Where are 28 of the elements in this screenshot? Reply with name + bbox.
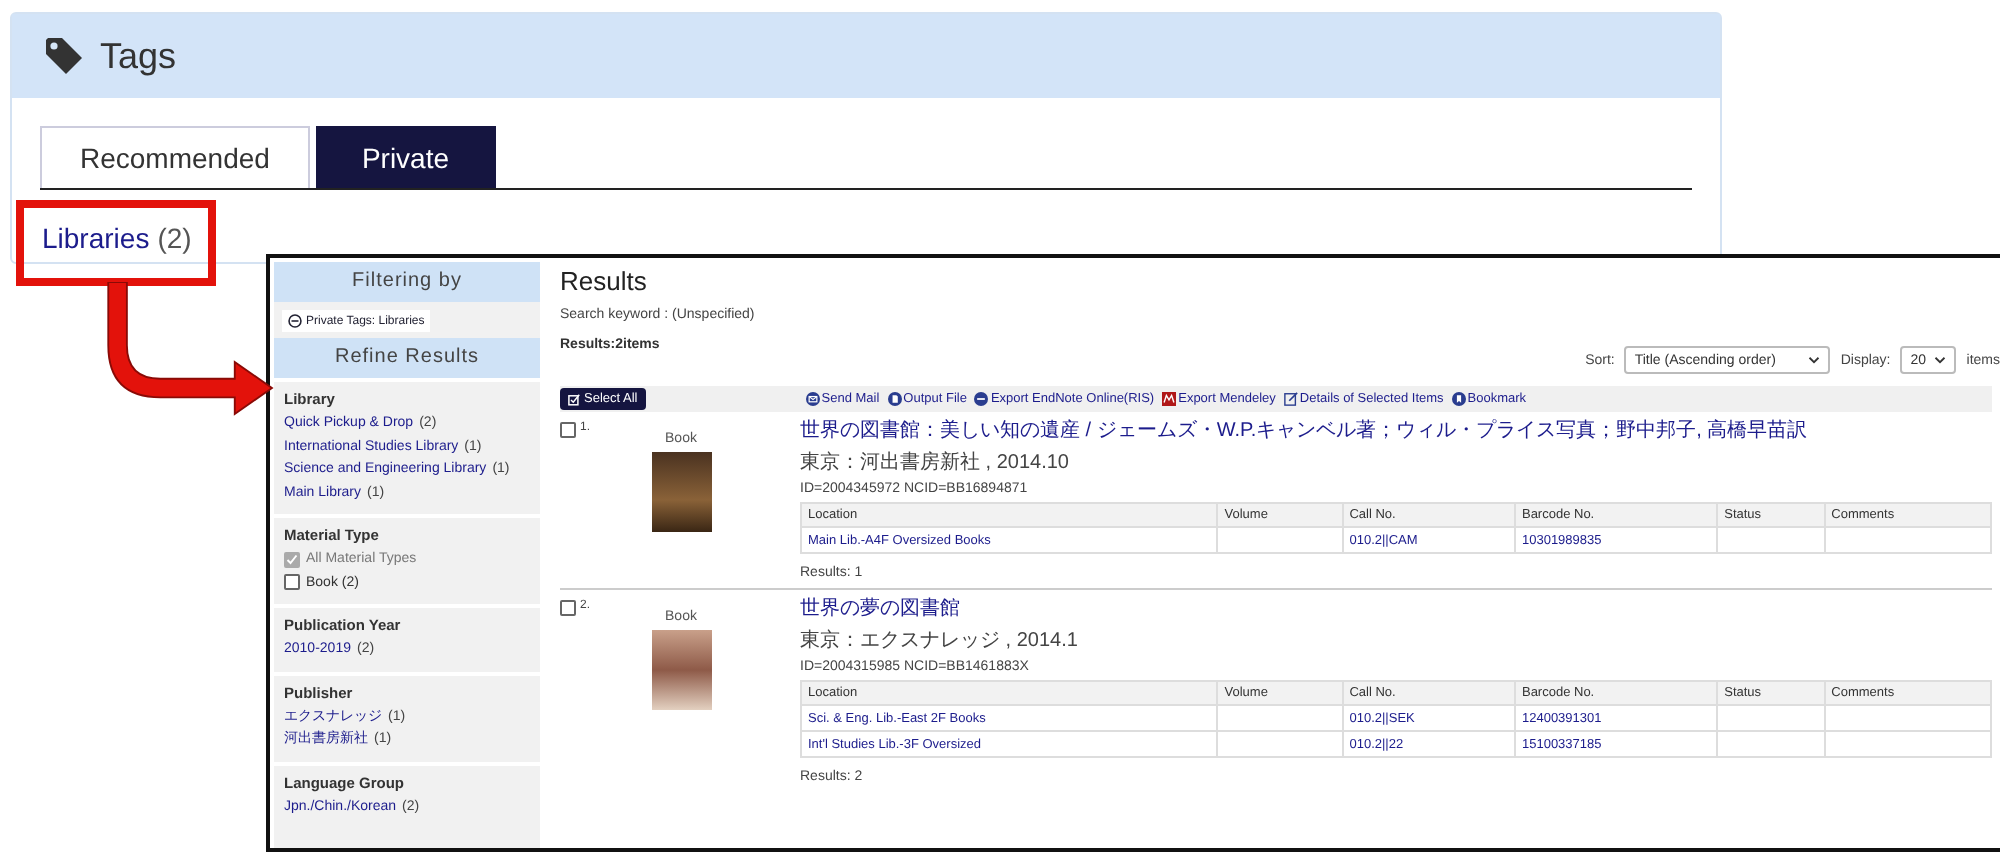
checkbox[interactable]: [560, 600, 576, 616]
sidebar-header: Filtering by: [274, 262, 540, 302]
photo-placeholder: [651, 452, 711, 532]
photo-placeholder: [651, 630, 711, 710]
chevron-icon: [1934, 356, 1947, 364]
remove-icon: [288, 314, 302, 328]
sidebar-header: Refine Results: [274, 338, 540, 378]
tag-count: (2): [157, 222, 192, 254]
checkbox[interactable]: [560, 422, 576, 438]
envelope-icon: [805, 392, 820, 406]
export-icon: [974, 392, 989, 406]
results-title: Results: [560, 266, 649, 296]
bookmark-icon: [1451, 392, 1466, 406]
record-title-link[interactable]: 世界の図書館：美しい知の遺産 / ジェームズ・W.P.キャンベル著；ウィル・プライス写真；野中邦子, 高橋早苗訳: [800, 418, 1992, 446]
logo-icon: [1162, 392, 1177, 406]
publisher-info: 東京：エクスナレッジ , 2014.1: [800, 628, 1080, 654]
checkbox[interactable]: [284, 574, 300, 591]
file-icon: [887, 392, 902, 406]
panel-title: Tags: [100, 35, 177, 77]
chevron-icon: [1808, 356, 1821, 364]
tag-link[interactable]: Libraries: [42, 222, 150, 254]
tab[interactable]: Recommended: [40, 126, 310, 188]
record-title-link[interactable]: 世界の夢の図書館: [800, 596, 1992, 624]
tag-icon: [44, 36, 84, 76]
edit-icon: [1283, 392, 1298, 406]
publisher-info: 東京：河出書房新社 , 2014.10: [800, 450, 1071, 476]
checkbox-icon: [568, 393, 580, 405]
tab[interactable]: Private: [315, 126, 496, 188]
